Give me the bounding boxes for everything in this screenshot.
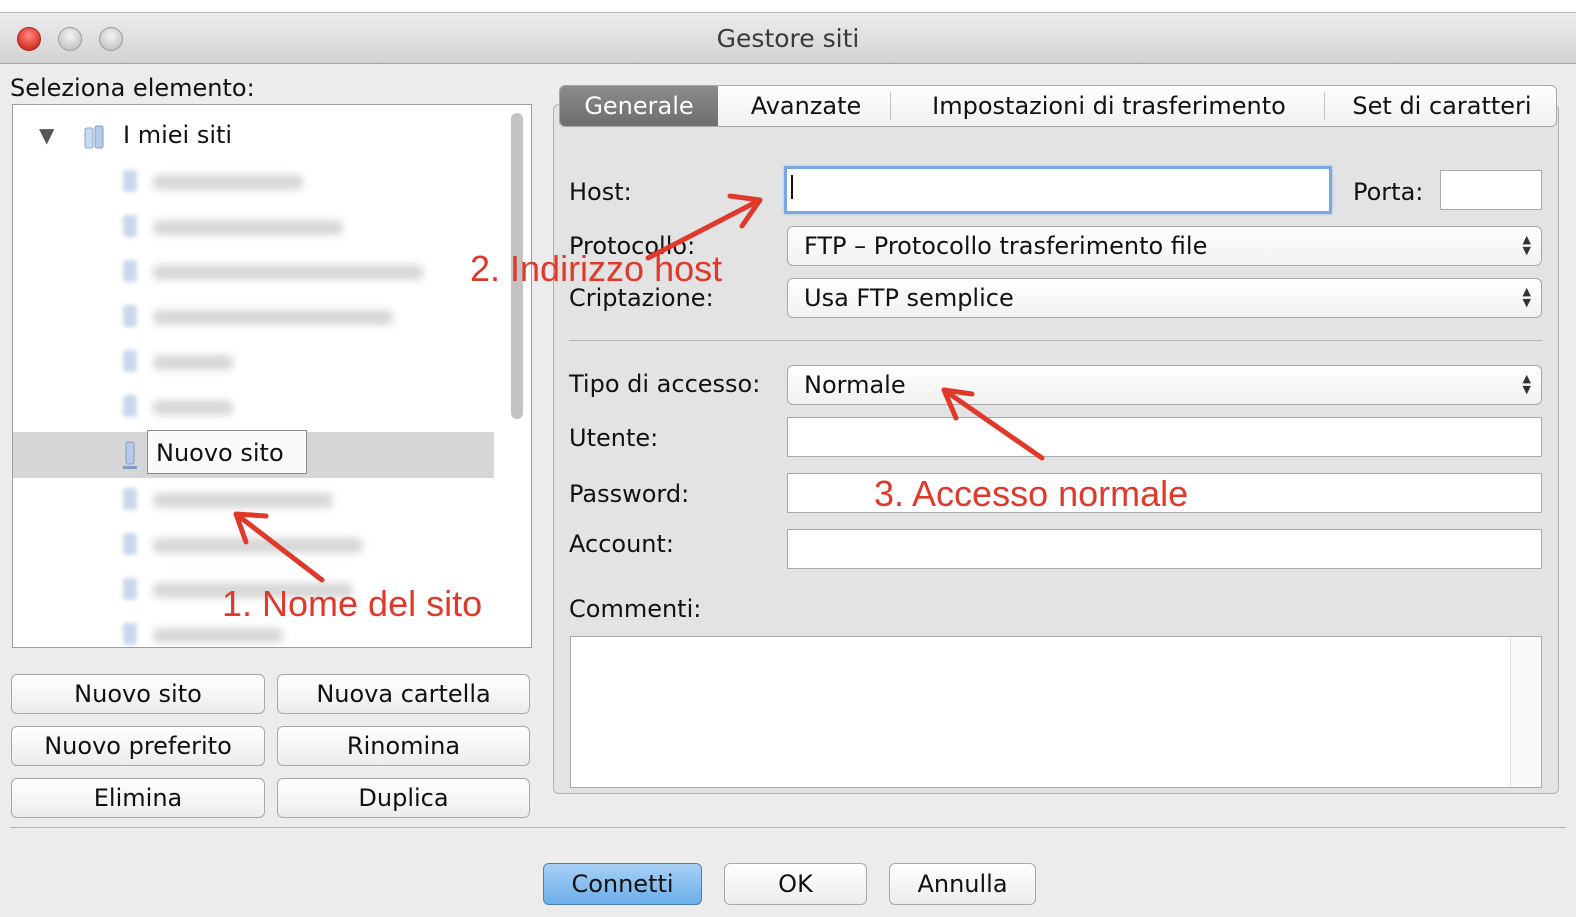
tab-separator: [1324, 92, 1325, 120]
tab-separator: [890, 92, 891, 120]
section-divider: [569, 340, 1542, 341]
text-caret: [791, 175, 793, 199]
site-icon: [123, 395, 137, 417]
new-folder-button[interactable]: Nuova cartella: [277, 674, 530, 714]
site-icon: [123, 441, 137, 469]
tree-root-item[interactable]: ▼ I miei siti: [13, 119, 493, 155]
logon-type-select[interactable]: Normale ▲ ▼: [787, 365, 1542, 405]
updown-arrows-icon: ▲ ▼: [1522, 233, 1531, 257]
site-name-edit-field[interactable]: Nuovo sito: [147, 430, 307, 474]
user-input[interactable]: [787, 417, 1542, 457]
site-icon: [123, 533, 137, 555]
server-folder-icon: [84, 125, 104, 149]
logon-type-label: Tipo di accesso:: [569, 370, 761, 398]
updown-arrows-icon: ▲ ▼: [1522, 372, 1531, 396]
delete-button[interactable]: Elimina: [11, 778, 265, 818]
selected-site-row[interactable]: Nuovo sito: [13, 430, 494, 478]
tree-root-label: I miei siti: [123, 121, 233, 149]
site-icon: [123, 305, 137, 327]
site-tree[interactable]: ▼ I miei siti Nuovo sito: [12, 104, 532, 648]
blurred-site-name: [153, 355, 233, 370]
footer-divider: [10, 827, 1566, 828]
protocol-select[interactable]: FTP – Protocollo trasferimento file ▲ ▼: [787, 226, 1542, 266]
updown-arrows-icon: ▲ ▼: [1522, 285, 1531, 309]
protocol-value: FTP – Protocollo trasferimento file: [804, 232, 1208, 260]
site-icon: [123, 350, 137, 372]
window-title: Gestore siti: [716, 24, 860, 53]
duplicate-button[interactable]: Duplica: [277, 778, 530, 818]
site-icon: [123, 260, 137, 282]
site-icon: [123, 215, 137, 237]
connect-button[interactable]: Connetti: [543, 863, 702, 905]
tab-advanced[interactable]: Avanzate: [726, 86, 886, 126]
site-icon: [123, 578, 137, 600]
blurred-site-name: [153, 175, 303, 190]
encryption-select[interactable]: Usa FTP semplice ▲ ▼: [787, 278, 1542, 318]
comments-label: Commenti:: [569, 595, 702, 623]
site-icon: [123, 623, 137, 645]
annotation-normal-logon: 3. Accesso normale: [874, 473, 1189, 514]
tab-transfer-settings[interactable]: Impostazioni di trasferimento: [894, 86, 1324, 126]
blurred-site-name: [153, 310, 393, 325]
disclosure-triangle-icon[interactable]: ▼: [39, 123, 54, 147]
blurred-site-name: [153, 265, 423, 280]
rename-button[interactable]: Rinomina: [277, 726, 530, 766]
logon-type-value: Normale: [804, 371, 906, 399]
encryption-value: Usa FTP semplice: [804, 284, 1014, 312]
port-label: Porta:: [1353, 178, 1424, 206]
title-bar: Gestore siti: [0, 13, 1576, 64]
tab-bar: Generale Avanzate Impostazioni di trasfe…: [559, 85, 1557, 127]
select-entry-label: Seleziona elemento:: [10, 74, 255, 102]
port-input[interactable]: [1440, 170, 1542, 210]
cancel-button[interactable]: Annulla: [889, 863, 1036, 905]
annotation-site-name: 1. Nome del sito: [222, 583, 483, 624]
user-label: Utente:: [569, 424, 659, 452]
comments-textarea[interactable]: [570, 636, 1542, 788]
account-label: Account:: [569, 530, 674, 558]
tab-general[interactable]: Generale: [560, 86, 718, 126]
site-icon: [123, 488, 137, 510]
blurred-site-name: [153, 493, 333, 508]
tab-charset[interactable]: Set di caratteri: [1332, 86, 1552, 126]
account-input[interactable]: [787, 529, 1542, 569]
password-label: Password:: [569, 480, 690, 508]
host-input[interactable]: [784, 166, 1332, 214]
host-label: Host:: [569, 178, 632, 206]
blurred-site-name: [153, 400, 233, 415]
annotation-host-address: 2. Indirizzo host: [470, 248, 723, 289]
blurred-site-name: [153, 628, 283, 643]
comments-scrollbar[interactable]: [1510, 637, 1541, 787]
blurred-site-name: [153, 220, 343, 235]
new-bookmark-button[interactable]: Nuovo preferito: [11, 726, 265, 766]
new-site-button[interactable]: Nuovo sito: [11, 674, 265, 714]
ok-button[interactable]: OK: [724, 863, 867, 905]
blurred-site-name: [153, 538, 363, 553]
site-icon: [123, 170, 137, 192]
